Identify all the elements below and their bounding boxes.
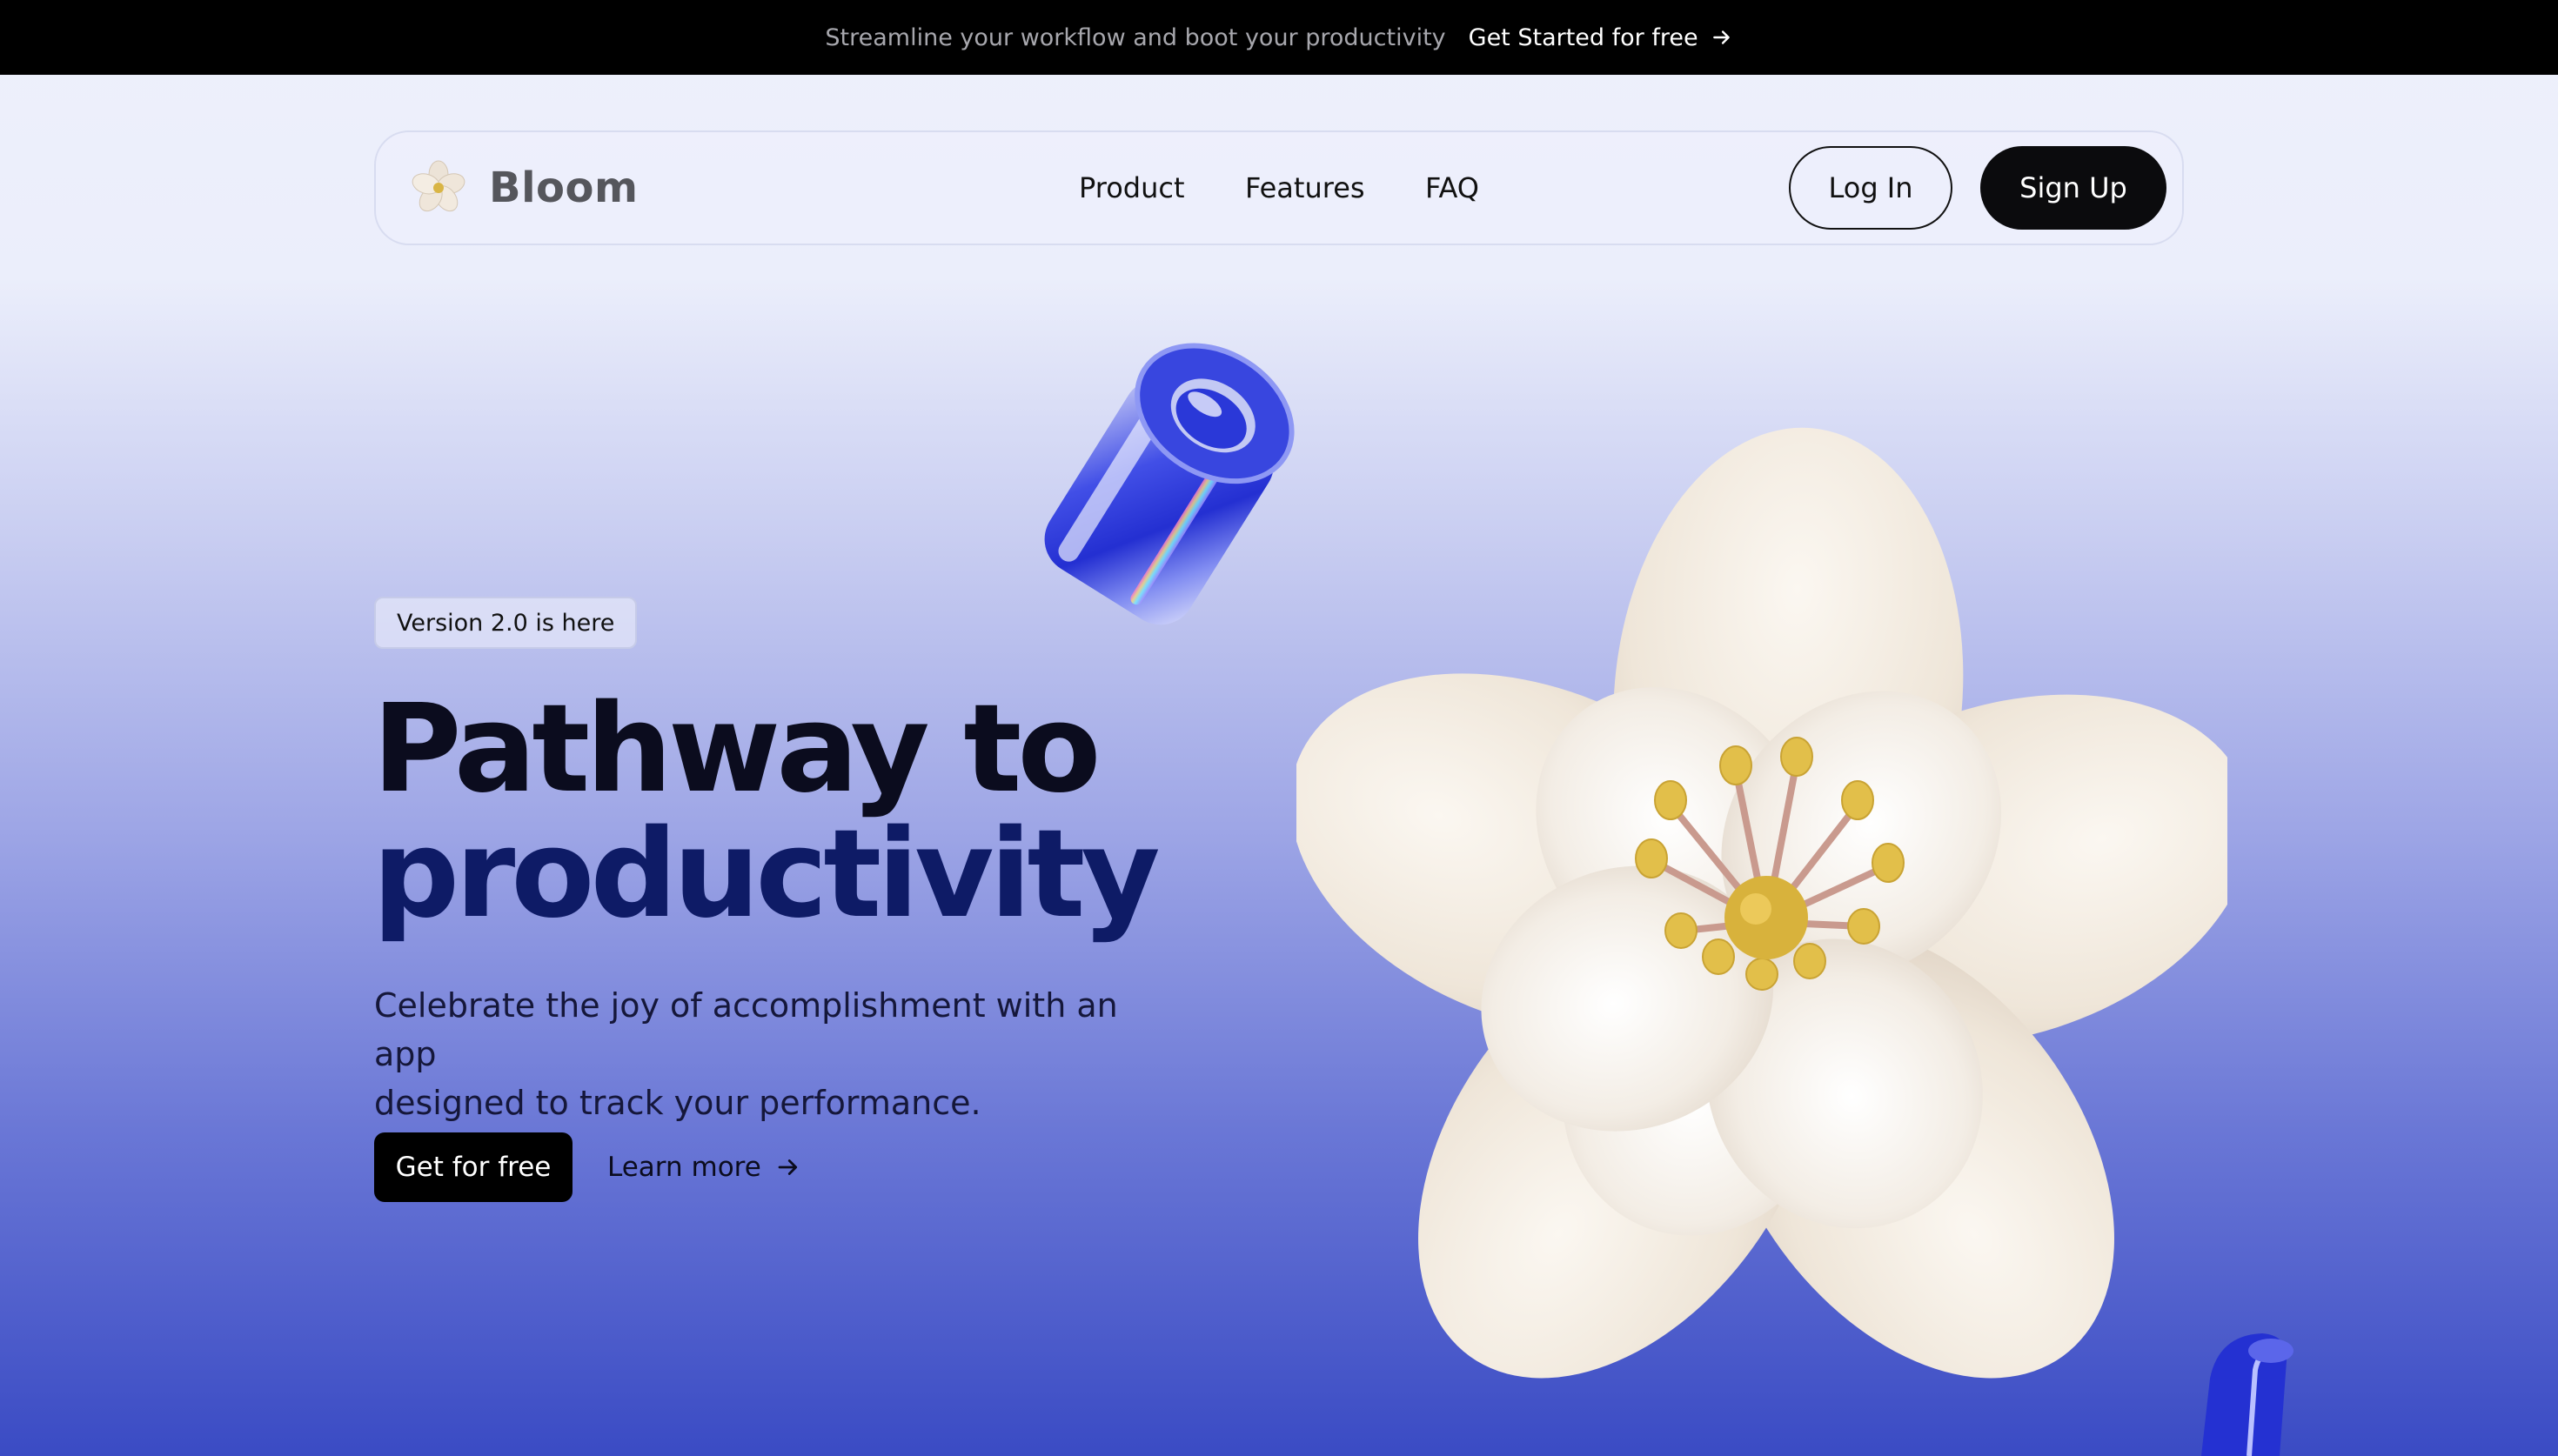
- nav-link-features[interactable]: Features: [1245, 171, 1365, 204]
- headline-line-1: Pathway to: [372, 678, 1102, 820]
- subtext-line-1: Celebrate the joy of accomplishment with…: [374, 986, 1118, 1073]
- announcement-text: Streamline your workflow and boot your p…: [825, 23, 1446, 51]
- flower-illustration: [1296, 427, 2227, 1379]
- main-nav: Bloom Product Features FAQ Log In Sign U…: [374, 130, 2184, 245]
- hero-headline: Pathway to productivity: [372, 678, 1161, 945]
- learn-more-label: Learn more: [607, 1152, 761, 1183]
- announcement-bar: Streamline your workflow and boot your p…: [0, 0, 2558, 75]
- arrow-right-icon: [1712, 30, 1730, 44]
- headline-line-2: productivity: [372, 804, 1161, 945]
- get-for-free-button[interactable]: Get for free: [374, 1132, 573, 1202]
- arrow-right-icon: [778, 1159, 797, 1175]
- nav-link-product[interactable]: Product: [1079, 171, 1185, 204]
- version-badge: Version 2.0 is here: [374, 597, 638, 649]
- nav-actions: Log In Sign Up: [1789, 146, 2166, 230]
- signup-button[interactable]: Sign Up: [1980, 146, 2166, 230]
- nav-links: Product Features FAQ: [1079, 171, 1479, 204]
- subtext-line-2: designed to track your performance.: [374, 1084, 981, 1122]
- learn-more-link[interactable]: Learn more: [607, 1132, 801, 1202]
- hero-subtext: Celebrate the joy of accomplishment with…: [374, 981, 1157, 1127]
- get-started-label: Get Started for free: [1468, 23, 1698, 51]
- brand-name: Bloom: [489, 164, 639, 212]
- blue-tube-fragment-illustration: [2201, 1333, 2293, 1456]
- flower-logo-icon: [412, 160, 465, 212]
- nav-link-faq[interactable]: FAQ: [1425, 171, 1479, 204]
- get-started-link[interactable]: Get Started for free: [1469, 24, 1733, 51]
- brand-link[interactable]: Bloom: [407, 157, 639, 219]
- glass-tube-illustration: [1044, 343, 1295, 625]
- login-button[interactable]: Log In: [1789, 146, 1952, 230]
